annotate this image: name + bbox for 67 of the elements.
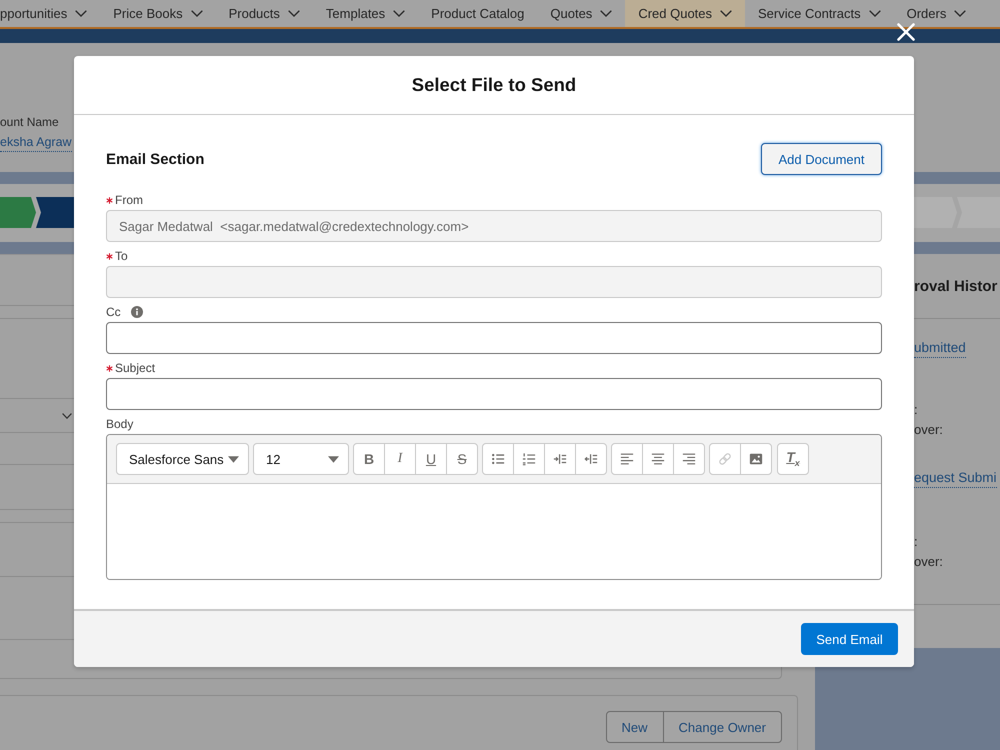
- underline-button[interactable]: U: [415, 443, 447, 475]
- chevron-down-icon[interactable]: [190, 10, 203, 17]
- italic-button[interactable]: I: [384, 443, 416, 475]
- bulleted-list-button[interactable]: [482, 443, 514, 475]
- field-label: over:: [914, 421, 943, 439]
- numbered-list-button[interactable]: [513, 443, 545, 475]
- chevron-down-icon[interactable]: [600, 10, 612, 17]
- align-right-icon: [682, 452, 696, 466]
- indent-icon: [553, 452, 567, 466]
- link-icon: [718, 452, 732, 466]
- info-icon[interactable]: [130, 306, 143, 318]
- chevron-down-icon[interactable]: [62, 412, 72, 418]
- record-link[interactable]: eksha Agraw: [0, 133, 72, 152]
- modal-title: Select File to Send: [412, 74, 576, 96]
- card-title: roval Histor: [914, 277, 998, 297]
- field-label: From: [115, 192, 143, 209]
- image-icon: [749, 452, 763, 466]
- field-label: :: [914, 401, 918, 419]
- path-stage[interactable]: [36, 197, 74, 228]
- bold-button[interactable]: B: [353, 443, 385, 475]
- chevron-down-icon[interactable]: [868, 10, 881, 17]
- field-label: over:: [914, 553, 943, 571]
- caret-down-icon: [228, 456, 239, 462]
- nav-tab[interactable]: Templates: [312, 0, 418, 27]
- input-field[interactable]: [106, 378, 882, 410]
- image-button[interactable]: [740, 443, 772, 475]
- chevron-down-icon[interactable]: [720, 10, 732, 17]
- nav-tab[interactable]: Cred Quotes: [625, 0, 746, 27]
- align-right-button[interactable]: [673, 443, 705, 475]
- font-select[interactable]: Salesforce Sans: [116, 443, 249, 475]
- align-center-icon: [651, 452, 665, 466]
- field-label: To: [115, 248, 128, 265]
- field-label: :: [914, 533, 918, 551]
- chevron-down-icon[interactable]: [288, 10, 300, 17]
- numbered-list-icon: [522, 452, 536, 466]
- field-label: ount Name: [0, 114, 59, 131]
- chevron-down-icon[interactable]: [954, 10, 966, 17]
- action-button[interactable]: New: [606, 711, 664, 743]
- caret-down-icon: [328, 456, 339, 462]
- nav-tab[interactable]: Products: [216, 0, 313, 27]
- outdent-button[interactable]: [575, 443, 607, 475]
- align-left-button[interactable]: [611, 443, 643, 475]
- indent-button[interactable]: [544, 443, 576, 475]
- action-button[interactable]: Change Owner: [662, 711, 782, 743]
- field-label: Cc: [106, 304, 121, 321]
- nav-tab[interactable]: Service Contracts: [745, 0, 894, 27]
- nav-tab[interactable]: Orders: [894, 0, 980, 27]
- chevron-down-icon[interactable]: [393, 10, 406, 17]
- font-size-select[interactable]: 12: [253, 443, 349, 475]
- align-left-icon: [620, 452, 634, 466]
- send-email-button[interactable]: Send Email: [801, 623, 898, 655]
- align-center-button[interactable]: [642, 443, 674, 475]
- field-label: Body: [106, 416, 134, 433]
- chevron-down-icon[interactable]: [75, 10, 88, 17]
- nav-tab[interactable]: Product Catalog: [418, 0, 538, 27]
- nav-tab[interactable]: Quotes: [537, 0, 626, 27]
- outdent-icon: [584, 452, 598, 466]
- bulleted-list-icon: [491, 452, 505, 466]
- field-label: Subject: [115, 360, 156, 377]
- nav-tab[interactable]: pportunities: [0, 0, 100, 27]
- strikethrough-button[interactable]: S: [446, 443, 478, 475]
- close-icon[interactable]: [897, 23, 915, 41]
- input-field[interactable]: [106, 322, 882, 354]
- add-document-button[interactable]: Add Document: [761, 143, 882, 175]
- nav-tab[interactable]: Price Books: [100, 0, 216, 27]
- section-title: Email Section: [106, 150, 204, 168]
- clear-format-button[interactable]: T$_{x}$: [777, 443, 809, 475]
